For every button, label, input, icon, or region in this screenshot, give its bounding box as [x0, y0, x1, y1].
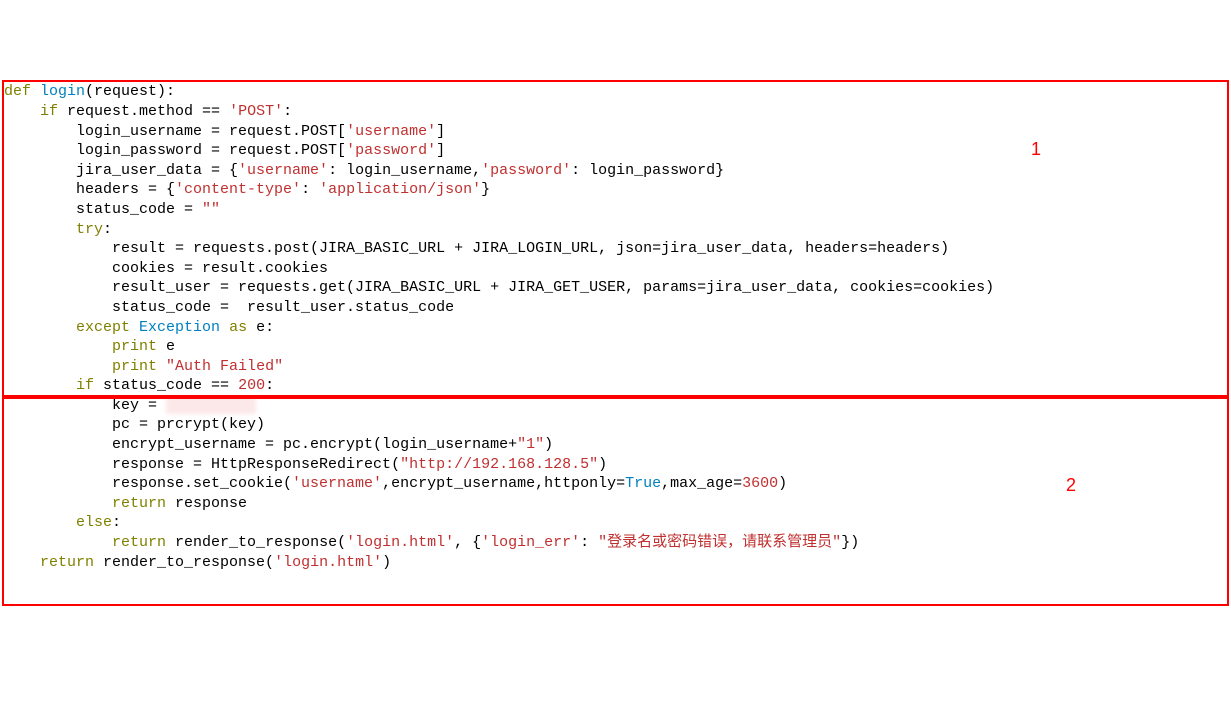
keyword-as: as — [229, 319, 247, 336]
code-text: key = — [4, 397, 166, 414]
code-text: status_code == — [94, 377, 238, 394]
code-text: encrypt_username = pc.encrypt(login_user… — [4, 436, 517, 453]
screenshot-container: def login(request): if request.method ==… — [0, 78, 1231, 608]
code-text: ,encrypt_username,httponly= — [382, 475, 625, 492]
code-text: : — [301, 181, 319, 198]
code-text: headers = { — [4, 181, 175, 198]
code-text: : login_username, — [328, 162, 481, 179]
code-text: , { — [454, 534, 481, 551]
keyword-print: print — [112, 358, 157, 375]
code-text: ) — [598, 456, 607, 473]
keyword-return: return — [40, 554, 94, 571]
code-text: status_code = result_user.status_code — [4, 299, 454, 316]
code-text: response = HttpResponseRedirect( — [4, 456, 400, 473]
annotation-label-1: 1 — [1031, 140, 1041, 160]
keyword-def: def — [4, 83, 31, 100]
string-literal: 'password' — [346, 142, 436, 159]
string-literal: "登录名或密码错误，请联系管理员" — [598, 534, 841, 551]
string-literal: 'content-type' — [175, 181, 301, 198]
code-text: ) — [382, 554, 391, 571]
number-literal: 200 — [238, 377, 265, 394]
string-literal: "" — [202, 201, 220, 218]
code-text: : — [112, 514, 121, 531]
keyword-return: return — [112, 495, 166, 512]
string-literal: 'application/json' — [319, 181, 481, 198]
string-literal: 'username' — [238, 162, 328, 179]
string-literal: "http://192.168.128.5" — [400, 456, 598, 473]
code-text: ) — [544, 436, 553, 453]
code-text: result_user = requests.get(JIRA_BASIC_UR… — [4, 279, 994, 296]
code-text: } — [481, 181, 490, 198]
code-text: login_password = request.POST[ — [4, 142, 346, 159]
keyword-try: try — [76, 221, 103, 238]
boolean-literal: True — [625, 475, 661, 492]
keyword-except: except — [76, 319, 130, 336]
code-text: }) — [841, 534, 859, 551]
code-text: status_code = — [4, 201, 202, 218]
builtin-exception: Exception — [130, 319, 229, 336]
keyword-print: print — [112, 338, 157, 355]
code-text: : — [103, 221, 112, 238]
code-text: e — [157, 338, 175, 355]
code-text: e: — [247, 319, 274, 336]
keyword-return: return — [112, 534, 166, 551]
string-literal: 'login_err' — [481, 534, 580, 551]
code-text: request.method == — [58, 103, 229, 120]
annotation-label-2: 2 — [1066, 476, 1076, 496]
string-literal: 'login.html' — [346, 534, 454, 551]
string-literal: 'username' — [346, 123, 436, 140]
number-literal: 3600 — [742, 475, 778, 492]
keyword-if: if — [40, 103, 58, 120]
code-text: ,max_age= — [661, 475, 742, 492]
code-block: def login(request): if request.method ==… — [4, 82, 994, 572]
code-text: : — [283, 103, 292, 120]
code-text: ] — [436, 142, 445, 159]
code-text: render_to_response( — [166, 534, 346, 551]
code-text: login_username = request.POST[ — [4, 123, 346, 140]
code-text: cookies = result.cookies — [4, 260, 328, 277]
string-literal: "1" — [517, 436, 544, 453]
function-name: login — [40, 83, 85, 100]
code-text: result = requests.post(JIRA_BASIC_URL + … — [4, 240, 949, 257]
string-literal: "Auth Failed" — [157, 358, 283, 375]
code-text: ] — [436, 123, 445, 140]
code-text: pc = prcrypt(key) — [4, 416, 265, 433]
code-text: : login_password} — [571, 162, 724, 179]
keyword-if: if — [76, 377, 94, 394]
keyword-else: else — [76, 514, 112, 531]
string-literal: 'password' — [481, 162, 571, 179]
code-text: response — [166, 495, 247, 512]
code-text: (request): — [85, 83, 175, 100]
code-text: ) — [778, 475, 787, 492]
redacted-text — [166, 397, 256, 414]
code-text: response.set_cookie( — [4, 475, 292, 492]
string-literal: 'login.html' — [274, 554, 382, 571]
code-text: render_to_response( — [94, 554, 274, 571]
code-text: jira_user_data = { — [4, 162, 238, 179]
string-literal: 'POST' — [229, 103, 283, 120]
code-text: : — [580, 534, 598, 551]
code-text: : — [265, 377, 274, 394]
string-literal: 'username' — [292, 475, 382, 492]
